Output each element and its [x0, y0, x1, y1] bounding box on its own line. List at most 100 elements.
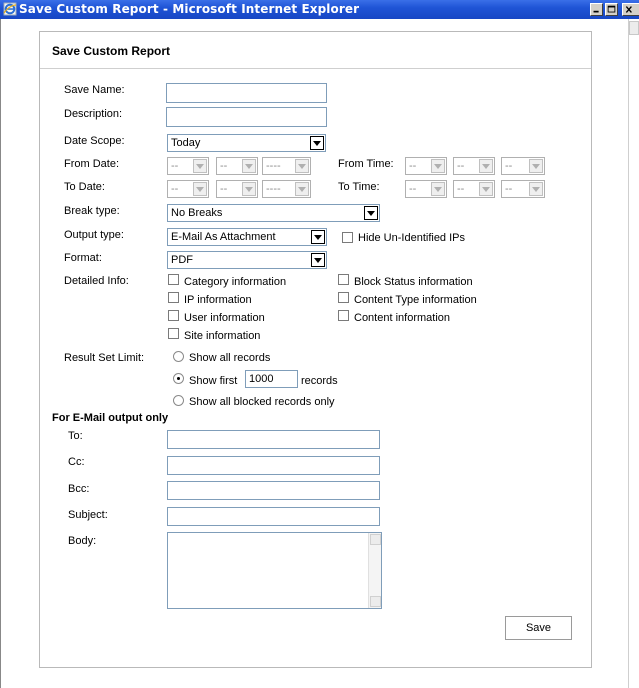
- email-section-heading: For E-Mail output only: [52, 412, 169, 424]
- from-date-label: From Date:: [64, 158, 120, 170]
- from-date-year-value: ----: [266, 160, 281, 172]
- scroll-down-button[interactable]: [370, 596, 381, 607]
- chevron-down-icon: [193, 182, 207, 196]
- window-scrollbar[interactable]: [628, 19, 639, 688]
- records-suffix-label: records: [301, 375, 338, 387]
- radio-selected-dot: [177, 377, 180, 380]
- break-type-select[interactable]: No Breaks: [167, 204, 380, 222]
- hide-unidentified-ips-checkbox[interactable]: [342, 232, 353, 243]
- hide-unidentified-ips-label: Hide Un-Identified IPs: [358, 232, 465, 244]
- chevron-down-icon: [242, 182, 256, 196]
- window-titlebar: Save Custom Report - Microsoft Internet …: [0, 0, 639, 19]
- chevron-down-icon: [295, 182, 309, 196]
- from-date-year-select[interactable]: ----: [262, 157, 311, 175]
- to-time-minute-select[interactable]: --: [453, 180, 495, 198]
- user-info-checkbox[interactable]: [168, 310, 179, 321]
- to-date-day-select[interactable]: --: [216, 180, 258, 198]
- email-subject-input[interactable]: [167, 507, 380, 526]
- save-name-label: Save Name:: [64, 84, 125, 96]
- break-type-label: Break type:: [64, 205, 120, 217]
- description-input[interactable]: [166, 107, 327, 127]
- output-type-select[interactable]: E-Mail As Attachment: [167, 228, 327, 246]
- save-name-input[interactable]: [166, 83, 327, 103]
- content-type-info-checkbox[interactable]: [338, 292, 349, 303]
- scroll-up-button[interactable]: [370, 534, 381, 545]
- chevron-down-icon: [311, 253, 325, 267]
- chevron-down-icon: [295, 159, 309, 173]
- to-time-ampm-value: --: [505, 183, 513, 195]
- from-date-month-select[interactable]: --: [167, 157, 209, 175]
- body-scrollbar[interactable]: [368, 533, 381, 608]
- category-info-label: Category information: [184, 276, 287, 288]
- description-label: Description:: [64, 108, 123, 120]
- email-cc-input[interactable]: [167, 456, 380, 475]
- ip-info-label: IP information: [184, 294, 252, 306]
- chevron-down-icon: [193, 159, 207, 173]
- date-scope-select[interactable]: Today: [167, 134, 326, 152]
- show-all-records-label: Show all records: [189, 352, 271, 364]
- from-date-month-value: --: [171, 160, 179, 172]
- from-date-day-value: --: [220, 160, 228, 172]
- from-time-minute-select[interactable]: --: [453, 157, 495, 175]
- date-scope-value: Today: [171, 137, 201, 149]
- from-time-label: From Time:: [338, 158, 394, 170]
- from-time-ampm-value: --: [505, 160, 513, 172]
- content-type-info-label: Content Type information: [354, 294, 477, 306]
- format-select[interactable]: PDF: [167, 251, 327, 269]
- show-blocked-records-radio[interactable]: [173, 395, 184, 406]
- content-info-checkbox[interactable]: [338, 310, 349, 321]
- chevron-down-icon: [311, 230, 325, 244]
- ip-info-checkbox[interactable]: [168, 292, 179, 303]
- save-button[interactable]: Save: [505, 616, 572, 640]
- show-first-label: Show first: [189, 375, 238, 387]
- to-time-hour-select[interactable]: --: [405, 180, 447, 198]
- to-time-ampm-select[interactable]: --: [501, 180, 545, 198]
- date-scope-label: Date Scope:: [64, 135, 125, 147]
- from-time-minute-value: --: [457, 160, 465, 172]
- show-first-records-radio[interactable]: [173, 373, 184, 384]
- from-time-hour-value: --: [409, 160, 417, 172]
- chevron-down-icon: [479, 159, 493, 173]
- maximize-button[interactable]: [605, 3, 618, 16]
- user-info-label: User information: [184, 312, 265, 324]
- chevron-down-icon: [364, 206, 378, 220]
- chevron-down-icon: [431, 182, 445, 196]
- format-label: Format:: [64, 252, 102, 264]
- show-all-records-radio[interactable]: [173, 351, 184, 362]
- email-bcc-input[interactable]: [167, 481, 380, 500]
- to-date-month-select[interactable]: --: [167, 180, 209, 198]
- from-time-ampm-select[interactable]: --: [501, 157, 545, 175]
- from-time-hour-select[interactable]: --: [405, 157, 447, 175]
- site-info-label: Site information: [184, 330, 261, 342]
- to-date-year-select[interactable]: ----: [262, 180, 311, 198]
- to-date-month-value: --: [171, 183, 179, 195]
- chevron-down-icon: [529, 182, 543, 196]
- to-date-year-value: ----: [266, 183, 281, 195]
- output-type-label: Output type:: [64, 229, 124, 241]
- to-date-label: To Date:: [64, 181, 105, 193]
- close-icon: [625, 6, 632, 13]
- site-info-checkbox[interactable]: [168, 328, 179, 339]
- save-report-form: Save Custom Report Save Name: Descriptio…: [39, 31, 592, 668]
- format-value: PDF: [171, 254, 193, 266]
- window-title: Save Custom Report - Microsoft Internet …: [19, 2, 360, 16]
- minimize-button[interactable]: [590, 3, 603, 16]
- close-button[interactable]: [622, 3, 639, 16]
- email-subject-label: Subject:: [68, 509, 108, 521]
- chevron-down-icon: [310, 136, 324, 150]
- block-status-info-checkbox[interactable]: [338, 274, 349, 285]
- show-first-count-input[interactable]: 1000: [245, 370, 298, 388]
- output-type-value: E-Mail As Attachment: [171, 231, 276, 243]
- from-date-day-select[interactable]: --: [216, 157, 258, 175]
- to-time-hour-value: --: [409, 183, 417, 195]
- email-to-input[interactable]: [167, 430, 380, 449]
- category-info-checkbox[interactable]: [168, 274, 179, 285]
- scroll-up-button[interactable]: [629, 21, 639, 35]
- internet-explorer-icon: [3, 2, 17, 16]
- block-status-info-label: Block Status information: [354, 276, 473, 288]
- to-time-label: To Time:: [338, 181, 380, 193]
- result-set-limit-label: Result Set Limit:: [64, 352, 145, 364]
- email-body-textarea[interactable]: [167, 532, 382, 609]
- email-to-label: To:: [68, 430, 83, 442]
- to-time-minute-value: --: [457, 183, 465, 195]
